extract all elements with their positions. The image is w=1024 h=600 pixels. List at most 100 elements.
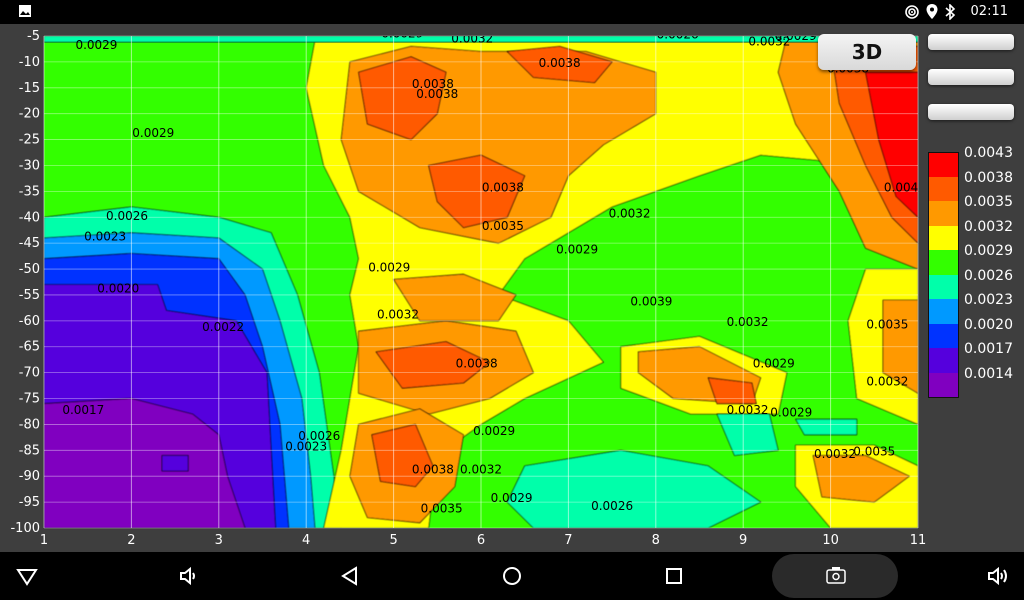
back-triangle-icon[interactable] — [15, 564, 39, 588]
legend-value: 0.0020 — [964, 316, 1013, 333]
y-tick-label: -80 — [19, 417, 40, 432]
contour-label: 0.0029 — [368, 261, 410, 275]
contour-label: 0.0041 — [884, 180, 926, 194]
contour-label: 0.0035 — [866, 318, 908, 332]
3d-view-button[interactable]: 3D — [818, 34, 916, 70]
x-tick-label: 4 — [302, 533, 310, 548]
y-tick-label: -45 — [19, 236, 40, 251]
recents-icon[interactable] — [662, 564, 686, 588]
contour-label: 0.0026 — [591, 499, 633, 513]
contour-label: 0.0035 — [482, 219, 524, 233]
contour-label: 0.0029 — [556, 243, 598, 257]
contour-label: 0.0032 — [814, 447, 856, 461]
y-tick-label: -60 — [19, 314, 40, 329]
contour-label: 0.0035 — [853, 444, 895, 458]
legend-value: 0.0026 — [964, 267, 1013, 284]
legend-value: 0.0043 — [964, 145, 1013, 161]
contour-label: 0.0029 — [753, 356, 795, 370]
contour-label: 0.0032 — [727, 315, 769, 329]
contour-label: 0.0038 — [539, 56, 581, 70]
x-tick-label: 5 — [389, 533, 397, 548]
x-tick-label: 9 — [739, 533, 747, 548]
contour-label: 0.0032 — [451, 32, 493, 46]
contour-region — [795, 418, 858, 436]
legend-value: 0.0023 — [964, 292, 1013, 308]
y-tick-label: -10 — [19, 55, 40, 70]
y-tick-label: -25 — [19, 133, 40, 148]
legend-value: 0.0038 — [964, 169, 1013, 186]
legend-value: 0.0035 — [964, 194, 1013, 210]
main-area: 0.0029 0.0029 0.0032 0.0026 0.0032 0.0029 0.00… — [0, 24, 1024, 552]
contour-label: 0.0026 — [106, 209, 148, 223]
contour-label: 0.0029 — [491, 491, 533, 505]
contour-label: 0.0032 — [866, 375, 908, 389]
contour-label: 0.0038 — [482, 180, 524, 194]
contour-map[interactable]: 0.00290.0029 0.0032 0.0026 0.00320.00290.00… — [0, 24, 1024, 552]
menu-button-3[interactable] — [928, 104, 1014, 120]
y-tick-label: -20 — [19, 107, 40, 122]
legend-border — [928, 152, 959, 398]
contour-label: 0.0038 — [412, 77, 454, 91]
x-tick-label: 7 — [564, 533, 572, 548]
contour-label: 0.0023 — [84, 230, 126, 244]
contour-region — [161, 455, 189, 472]
volume-up-icon[interactable] — [986, 564, 1010, 588]
x-tick-label: 6 — [477, 533, 485, 548]
y-tick-label: -5 — [27, 29, 40, 44]
contour-label: 0.0022 — [202, 320, 244, 334]
status-bar: 02:11 — [0, 0, 1024, 24]
contour-label: 0.0020 — [97, 281, 139, 295]
contour-label: 0.0029 — [770, 406, 812, 420]
contour-label: 0.0032 — [609, 206, 651, 220]
home-icon[interactable] — [500, 564, 524, 588]
contour-label: 0.0029 — [473, 424, 515, 438]
legend-value: 0.0014 — [964, 365, 1013, 382]
contour-label: 0.0038 — [412, 463, 454, 477]
contour-label: 0.0032 — [377, 307, 419, 321]
contour-label: 0.0038 — [456, 356, 498, 370]
contour-label: 0.0026 — [657, 28, 699, 42]
back-icon[interactable] — [338, 564, 362, 588]
hotspot-icon — [905, 5, 919, 19]
y-tick-label: -75 — [19, 392, 40, 407]
x-tick-label: 11 — [910, 533, 927, 548]
y-tick-label: -65 — [19, 340, 40, 355]
legend-value: 0.0017 — [964, 341, 1013, 357]
bluetooth-icon — [945, 4, 956, 20]
screenshot-icon[interactable] — [824, 564, 848, 588]
x-tick-label: 10 — [822, 533, 839, 548]
contour-label: 0.0017 — [62, 403, 104, 417]
contour-label: 0.0029 — [132, 126, 174, 140]
legend-value: 0.0032 — [964, 218, 1013, 235]
y-tick-label: -95 — [19, 495, 40, 510]
nav-bar — [0, 552, 1024, 600]
legend-value: 0.0029 — [964, 243, 1013, 259]
y-tick-label: -30 — [19, 158, 40, 173]
menu-button-2[interactable] — [928, 69, 1014, 85]
y-tick-label: -85 — [19, 443, 40, 458]
y-tick-label: -35 — [19, 184, 40, 199]
y-tick-label: -70 — [19, 366, 40, 381]
y-tick-label: -50 — [19, 262, 40, 277]
contour-label: 0.0039 — [630, 294, 672, 308]
x-tick-label: 8 — [652, 533, 660, 548]
x-tick-label: 2 — [127, 533, 135, 548]
contour-label: 0.0032 — [727, 403, 769, 417]
x-tick-label: 3 — [215, 533, 223, 548]
y-tick-label: -90 — [19, 469, 40, 484]
y-tick-label: -15 — [19, 81, 40, 96]
contour-label: 0.0029 — [75, 38, 117, 52]
x-tick-label: 1 — [40, 533, 48, 548]
volume-down-icon[interactable] — [176, 564, 200, 588]
menu-button-1[interactable] — [928, 34, 1014, 50]
y-tick-label: -55 — [19, 288, 40, 303]
status-time: 02:11 — [970, 4, 1008, 19]
contour-label: 0.0032 — [460, 463, 502, 477]
gallery-icon — [19, 5, 31, 17]
y-tick-label: -40 — [19, 210, 40, 225]
location-icon — [926, 4, 938, 19]
y-tick-label: -100 — [10, 521, 40, 536]
contour-label: 0.0035 — [421, 501, 463, 515]
contour-label: 0.0026 — [298, 429, 340, 443]
contour-label: 0.0029 — [381, 27, 423, 41]
